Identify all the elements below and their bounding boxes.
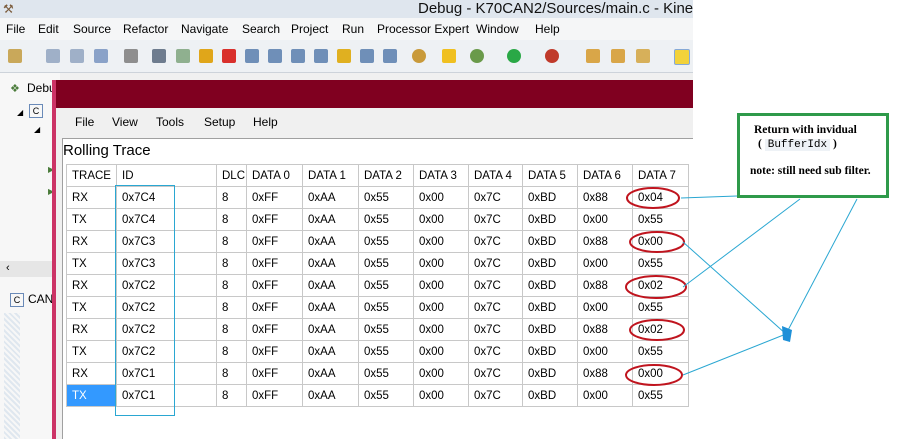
connector-line <box>680 195 738 199</box>
callout-code-line: ( BufferIdx ) <box>758 138 876 151</box>
connector-hub <box>782 326 792 342</box>
connector-line <box>682 241 787 335</box>
connector-line <box>682 198 801 288</box>
callout-paren: ) <box>833 138 837 150</box>
callout-text: Return with invidual <box>754 124 857 136</box>
annotation-callout: Return with invidual ( BufferIdx ) note:… <box>737 113 889 198</box>
arrow-annotations <box>680 195 858 376</box>
callout-note: note: still need sub filter. <box>750 165 871 177</box>
callout-code: BufferIdx <box>764 139 831 151</box>
callout-paren: ( <box>758 138 762 150</box>
connector-line <box>785 198 858 335</box>
connector-line <box>682 333 787 376</box>
